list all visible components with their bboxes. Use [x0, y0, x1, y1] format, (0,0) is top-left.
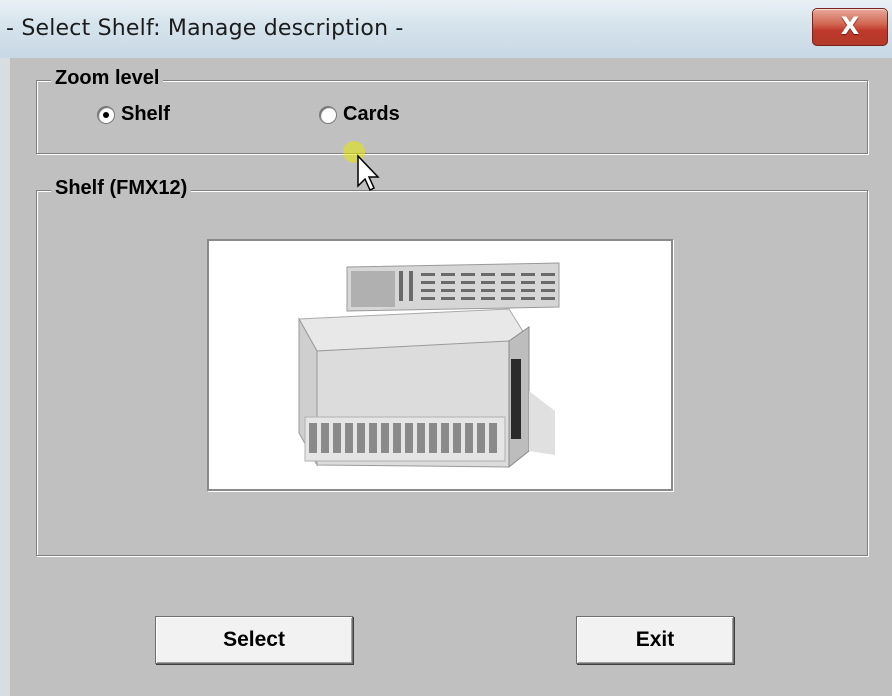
exit-button[interactable]: Exit — [576, 616, 734, 664]
dialog-body: Zoom level Shelf Cards Shelf (FMX12) Sel… — [10, 58, 892, 696]
window-title: - Select Shelf: Manage description - — [6, 16, 404, 41]
select-button[interactable]: Select — [155, 616, 353, 664]
radio-selected-dot — [103, 111, 109, 118]
radio-shelf-button[interactable] — [97, 105, 115, 124]
shelf-group: Shelf (FMX12) — [36, 177, 868, 556]
shelf-legend: Shelf (FMX12) — [51, 177, 192, 200]
mouse-cursor-icon — [343, 141, 380, 192]
close-icon: X — [840, 12, 860, 40]
zoom-level-group: Zoom level Shelf Cards — [36, 67, 868, 154]
radio-shelf-label[interactable]: Shelf — [121, 103, 170, 126]
title-bar: - Select Shelf: Manage description - X — [0, 0, 892, 58]
shelf-image-frame — [207, 239, 673, 491]
close-button[interactable]: X — [812, 8, 888, 46]
zoom-level-legend: Zoom level — [51, 67, 164, 90]
shelf-equipment-image — [298, 262, 560, 469]
radio-cards-button[interactable] — [319, 105, 337, 124]
radio-cards[interactable]: Cards — [319, 103, 400, 126]
radio-cards-label[interactable]: Cards — [343, 103, 400, 126]
radio-shelf[interactable]: Shelf — [97, 103, 170, 126]
